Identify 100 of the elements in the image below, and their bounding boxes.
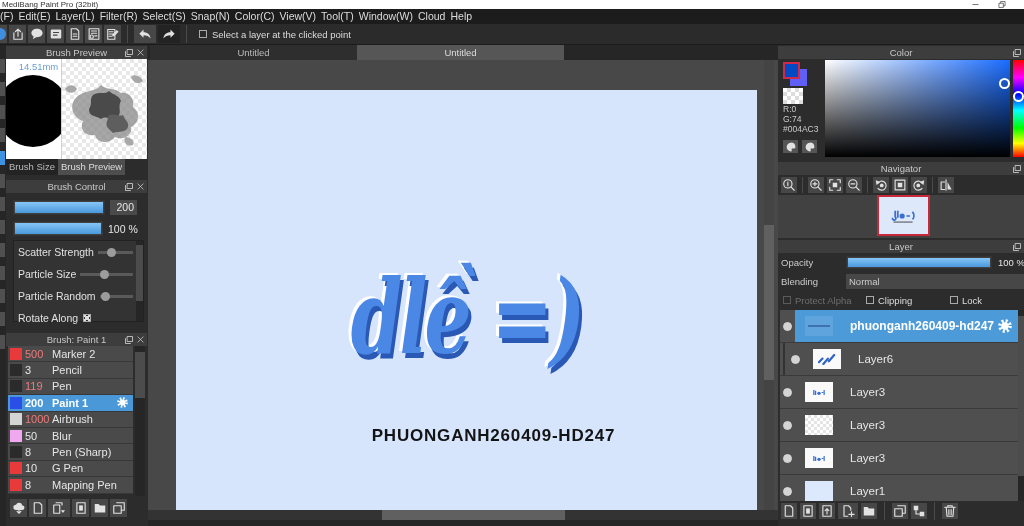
checkbox[interactable]	[83, 314, 92, 322]
toolbar-button[interactable]	[104, 25, 121, 43]
size-field[interactable]: 200	[110, 200, 137, 215]
undo-button[interactable]	[134, 25, 156, 43]
float-icon[interactable]	[125, 335, 133, 344]
visibility-toggle[interactable]	[783, 387, 792, 397]
toolbar-button[interactable]	[91, 499, 108, 517]
float-icon[interactable]	[125, 182, 133, 191]
checkbox[interactable]	[866, 296, 874, 304]
brush-row[interactable]: 3 Pencil	[8, 362, 133, 379]
color-field[interactable]	[825, 60, 1010, 157]
menu-item[interactable]: View(V)	[277, 9, 319, 24]
visibility-toggle[interactable]	[783, 453, 792, 463]
checkbox[interactable]	[950, 296, 958, 304]
toolbar-button[interactable]	[72, 499, 89, 517]
checkbox[interactable]	[199, 30, 207, 38]
gear-icon[interactable]	[117, 397, 128, 409]
toolbar-button[interactable]	[28, 25, 45, 43]
document-tab[interactable]: Untitled	[150, 45, 357, 60]
slider-thumb[interactable]	[107, 247, 116, 257]
toolbar-button[interactable]	[781, 502, 797, 519]
menu-item[interactable]: Tool(T)	[318, 9, 357, 24]
toolbar-button[interactable]	[892, 177, 908, 193]
layer-row[interactable]: Layer1	[780, 475, 1018, 501]
canvas-paper[interactable]: dlề =) PHUONGANH260409-HD247	[176, 90, 757, 510]
toolbar-button[interactable]	[819, 502, 835, 519]
hue-marker[interactable]	[1013, 91, 1024, 103]
picker-marker[interactable]	[999, 78, 1010, 89]
scrollbar[interactable]	[764, 60, 774, 510]
float-icon[interactable]	[1013, 48, 1021, 57]
visibility-toggle[interactable]	[783, 486, 792, 496]
menu-item[interactable]: Select(S)	[140, 9, 189, 24]
toolbar-button[interactable]	[800, 502, 816, 519]
menu-item[interactable]: Window(W)	[356, 9, 416, 24]
visibility-toggle[interactable]	[783, 420, 792, 430]
toolbar-button[interactable]	[892, 502, 908, 519]
menu-item[interactable]: Edit(E)	[15, 9, 53, 24]
toolbar-button[interactable]	[48, 499, 70, 517]
restore-icon[interactable]	[998, 1, 1006, 8]
gear-icon[interactable]	[998, 319, 1012, 333]
layer-option[interactable]: Lock	[950, 294, 983, 306]
document-tab[interactable]: Untitled	[357, 45, 564, 60]
layer-row[interactable]: Layer3	[780, 409, 1018, 442]
menu-item[interactable]: Help	[447, 9, 475, 24]
transparent-color-swatch[interactable]	[783, 88, 803, 104]
layer-option[interactable]: Clipping	[866, 294, 950, 306]
close-icon[interactable]	[137, 336, 144, 343]
brush-row[interactable]: 8 Mapping Pen	[8, 477, 133, 494]
menu-item[interactable]: Layer(L)	[53, 9, 98, 24]
toolbar-button[interactable]	[911, 177, 927, 193]
toolbar-button[interactable]	[808, 177, 824, 193]
menu-item[interactable]: Snap(N)	[188, 9, 233, 24]
hue-slider[interactable]	[1013, 60, 1024, 157]
panel-tab[interactable]: Brush Size	[6, 159, 58, 175]
blending-dropdown[interactable]: Normal	[846, 274, 1024, 289]
slider[interactable]	[99, 291, 133, 301]
scrollbar[interactable]	[1018, 310, 1024, 501]
layer-row[interactable]: Layer3	[780, 376, 1018, 409]
brush-row[interactable]: 500 Marker 2	[8, 346, 133, 363]
float-icon[interactable]	[1013, 164, 1021, 173]
toolbar-button[interactable]	[861, 502, 877, 519]
toolbar-button[interactable]	[938, 177, 954, 193]
toolbar-button[interactable]	[873, 177, 889, 193]
toolbar-button[interactable]	[827, 177, 843, 193]
menu-item[interactable]: Cloud	[415, 9, 448, 24]
close-icon[interactable]	[137, 49, 144, 56]
palette-button[interactable]	[783, 140, 798, 153]
palette-button[interactable]	[802, 140, 817, 153]
background-color-swatch[interactable]	[790, 69, 807, 86]
toolbar-button[interactable]	[846, 177, 862, 193]
brush-row[interactable]: 8 Pen (Sharp)	[8, 444, 133, 461]
redo-button[interactable]	[158, 25, 180, 43]
toolbar-button[interactable]	[66, 25, 83, 43]
toolbar-button[interactable]	[781, 177, 797, 193]
layer-row[interactable]: Layer3	[780, 442, 1018, 475]
select-layer-option[interactable]: Select a layer at the clicked point	[199, 28, 351, 40]
toolbar-button[interactable]	[838, 502, 858, 519]
scrollbar[interactable]	[148, 510, 778, 520]
toolbar-button[interactable]	[9, 25, 26, 43]
toolbar-button[interactable]	[110, 499, 127, 517]
navigator-thumbnail[interactable]	[876, 195, 930, 236]
slider-thumb[interactable]	[100, 269, 109, 279]
visibility-toggle[interactable]	[783, 321, 792, 331]
toolbar-button[interactable]	[85, 25, 102, 43]
toolbar-button[interactable]	[10, 499, 27, 517]
visibility-toggle[interactable]	[791, 354, 800, 364]
minimize-icon[interactable]	[971, 1, 980, 8]
menu-item[interactable]: (F)	[0, 9, 16, 24]
slider-thumb[interactable]	[100, 291, 110, 301]
scrollbar[interactable]	[135, 346, 145, 496]
toolbar-button[interactable]	[911, 502, 927, 519]
foreground-color-swatch[interactable]	[783, 62, 800, 79]
menu-item[interactable]: Color(C)	[232, 9, 277, 24]
scrollbar[interactable]	[136, 241, 143, 321]
float-icon[interactable]	[1013, 242, 1021, 251]
float-icon[interactable]	[125, 48, 133, 57]
panel-tab[interactable]: Brush Preview	[57, 159, 126, 175]
layer-row[interactable]: Layer6	[780, 343, 1018, 376]
toolbar-button[interactable]	[47, 25, 64, 43]
menu-item[interactable]: Filter(R)	[97, 9, 141, 24]
